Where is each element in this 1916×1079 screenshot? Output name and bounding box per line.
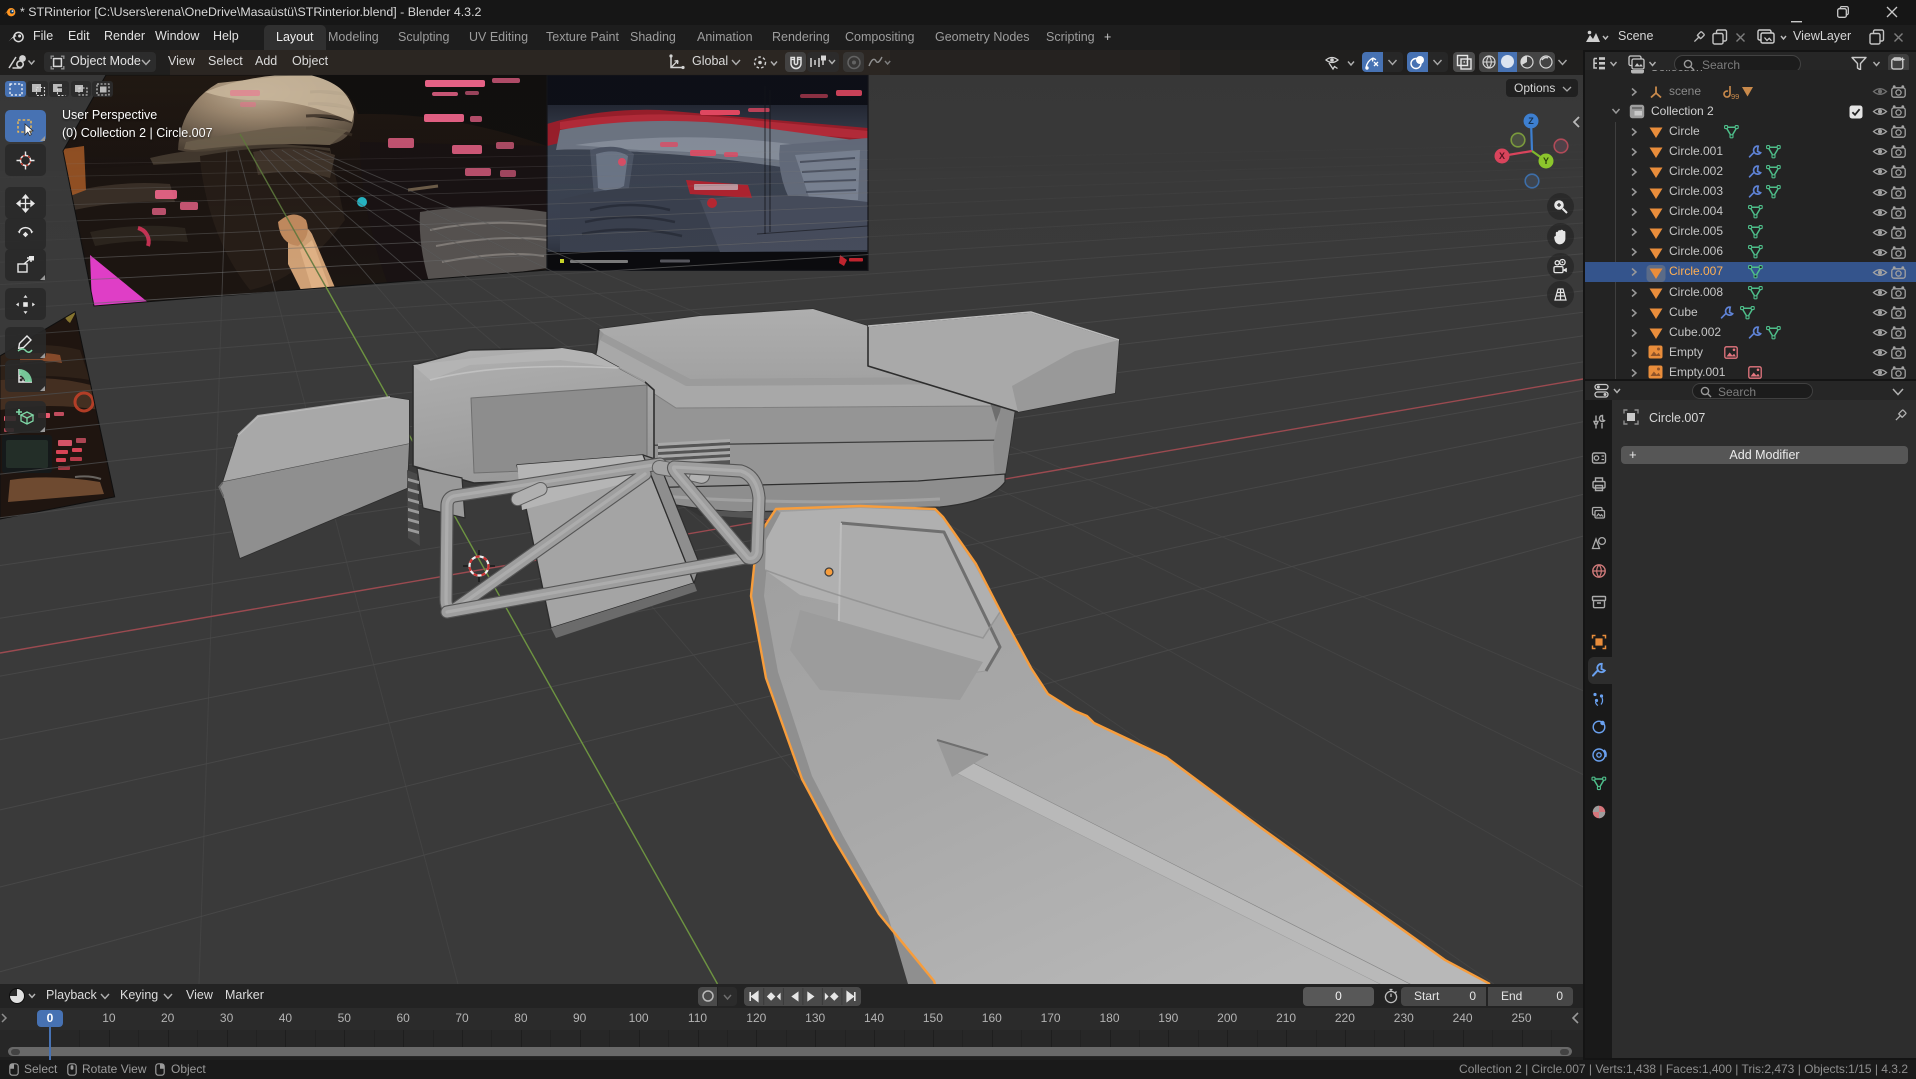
svg-text:Z: Z [1528, 116, 1534, 126]
svg-text:X: X [1499, 151, 1505, 161]
svg-text:99: 99 [1731, 92, 1739, 100]
svg-text:Y: Y [1543, 156, 1549, 166]
